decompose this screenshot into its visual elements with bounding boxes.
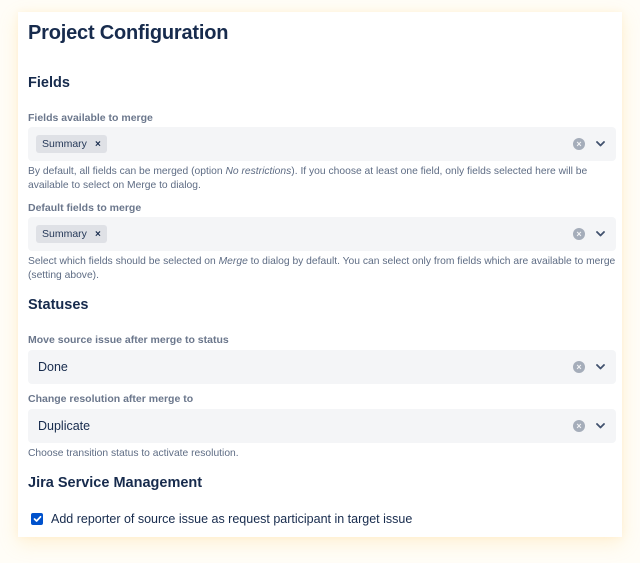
selected-field-chip: Summary ×: [36, 135, 107, 153]
jsm-section-heading: Jira Service Management: [28, 475, 203, 491]
clear-icon[interactable]: ×: [573, 420, 585, 432]
chip-label: Summary: [42, 228, 87, 240]
move-status-select[interactable]: Done ×: [28, 350, 616, 384]
chip-remove-icon[interactable]: ×: [95, 229, 101, 240]
default-fields-help: Select which fields should be selected o…: [28, 255, 620, 282]
default-fields-label: Default fields to merge: [28, 202, 142, 214]
clear-icon[interactable]: ×: [573, 138, 585, 150]
add-reporter-checkbox[interactable]: [31, 513, 43, 525]
fields-available-label: Fields available to merge: [28, 112, 153, 124]
selected-value: Duplicate: [38, 419, 91, 433]
help-emphasis: No restrictions: [225, 166, 292, 177]
chevron-down-icon[interactable]: [595, 421, 605, 431]
project-configuration-panel: Project Configuration Fields Fields avai…: [18, 12, 622, 537]
move-status-label: Move source issue after merge to status: [28, 334, 229, 346]
fields-available-help: By default, all fields can be merged (op…: [28, 165, 620, 192]
chevron-down-icon[interactable]: [595, 362, 605, 372]
selected-field-chip: Summary ×: [36, 225, 107, 243]
chip-remove-icon[interactable]: ×: [95, 139, 101, 150]
page-title: Project Configuration: [28, 22, 229, 44]
add-reporter-option[interactable]: Add reporter of source issue as request …: [31, 512, 412, 526]
help-text: By default, all fields can be merged (op…: [28, 166, 226, 177]
resolution-help: Choose transition status to activate res…: [28, 448, 239, 459]
selected-value: Done: [38, 360, 68, 374]
chevron-down-icon[interactable]: [595, 139, 605, 149]
checkmark-icon: [33, 515, 41, 522]
resolution-label: Change resolution after merge to: [28, 393, 194, 405]
fields-available-select[interactable]: Summary × ×: [28, 127, 616, 161]
help-text: Select which fields should be selected o…: [28, 256, 219, 267]
default-fields-select[interactable]: Summary × ×: [28, 217, 616, 251]
resolution-select[interactable]: Duplicate ×: [28, 409, 616, 443]
fields-section-heading: Fields: [28, 75, 70, 91]
help-emphasis: Merge: [218, 256, 248, 267]
clear-icon[interactable]: ×: [573, 228, 585, 240]
add-reporter-label: Add reporter of source issue as request …: [51, 512, 413, 526]
chevron-down-icon[interactable]: [595, 229, 605, 239]
chip-label: Summary: [42, 138, 87, 150]
clear-icon[interactable]: ×: [573, 361, 585, 373]
statuses-section-heading: Statuses: [28, 297, 89, 313]
